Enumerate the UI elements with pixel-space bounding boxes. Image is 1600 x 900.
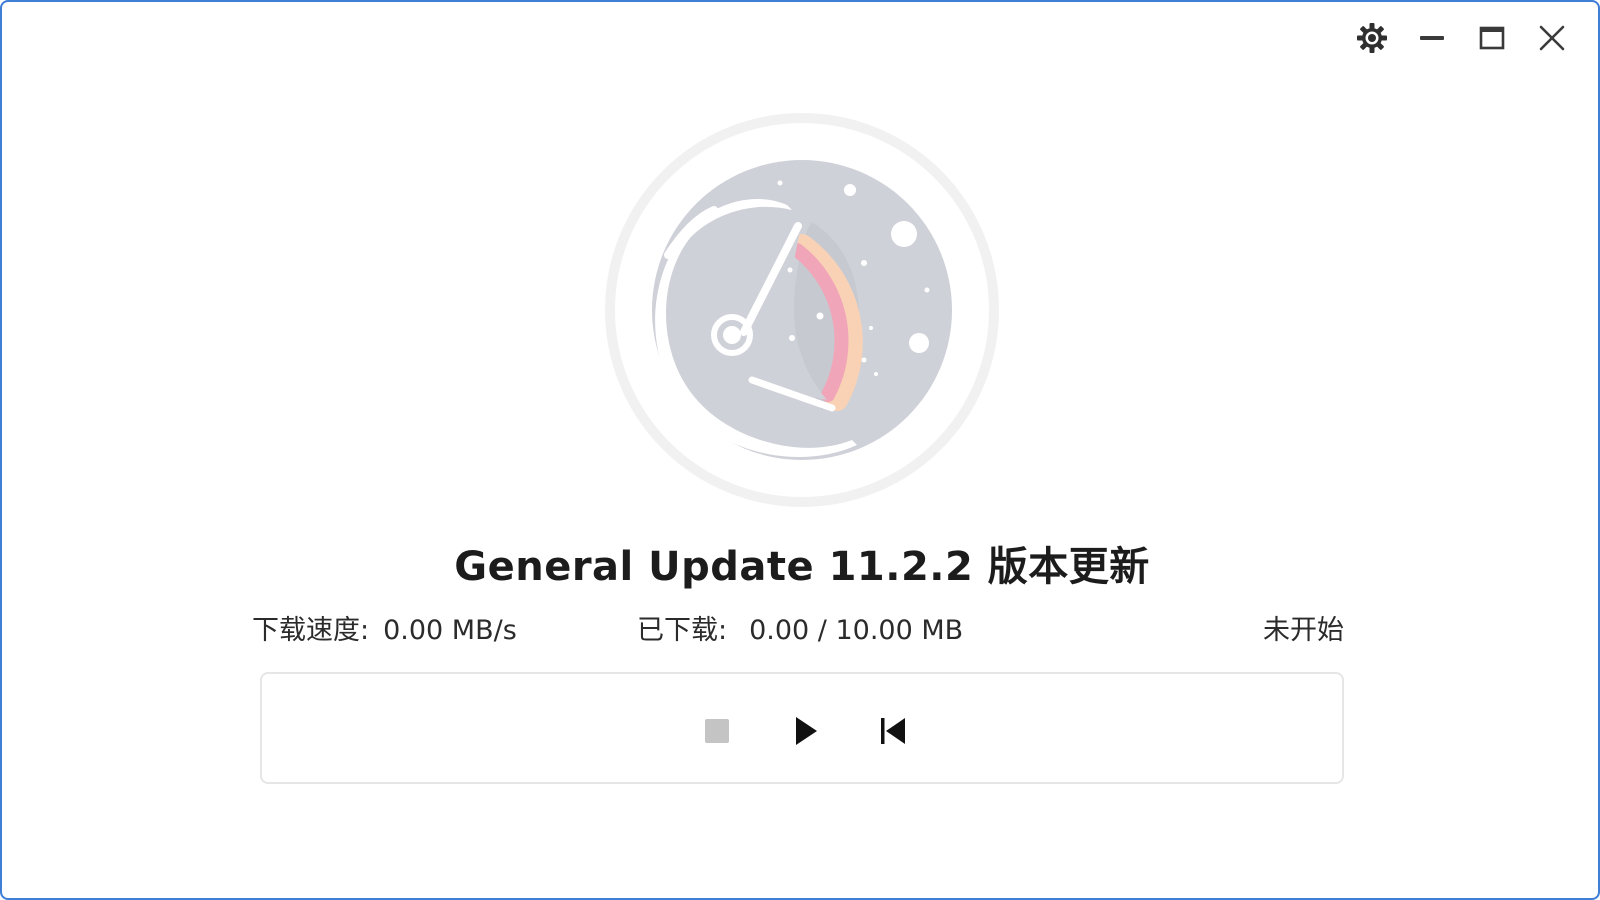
download-speed: 下载速度: 0.00 MB/s — [252, 608, 517, 647]
close-icon — [1539, 25, 1565, 51]
minimize-icon — [1420, 36, 1444, 40]
download-speed-value: 0.00 MB/s — [383, 615, 517, 646]
playback-controls-panel — [260, 672, 1344, 784]
download-speed-label: 下载速度: — [252, 615, 370, 646]
downloaded-label: 已下载: — [637, 615, 728, 646]
downloaded-amount: 已下载: 0.00 / 10.00 MB — [637, 608, 963, 647]
astronaut-helmet-logo — [605, 113, 999, 507]
status-text: 未开始 — [1263, 615, 1344, 646]
close-button[interactable] — [1532, 20, 1572, 56]
stop-button[interactable] — [690, 704, 744, 758]
update-title: General Update 11.2.2 版本更新 — [454, 544, 1150, 590]
settings-button[interactable] — [1352, 20, 1392, 56]
app-window: General Update 11.2.2 版本更新 下载速度: 0.00 MB/… — [0, 0, 1600, 900]
minimize-button[interactable] — [1412, 20, 1452, 56]
downloaded-value: 0.00 / 10.00 MB — [749, 615, 964, 646]
maximize-icon — [1479, 26, 1505, 50]
maximize-button[interactable] — [1472, 20, 1512, 56]
play-button[interactable] — [778, 704, 832, 758]
play-icon — [796, 717, 817, 745]
stop-icon — [705, 719, 729, 743]
window-controls — [1332, 20, 1572, 56]
gear-icon — [1357, 23, 1387, 53]
skip-back-icon — [881, 718, 905, 744]
restart-button[interactable] — [866, 704, 920, 758]
